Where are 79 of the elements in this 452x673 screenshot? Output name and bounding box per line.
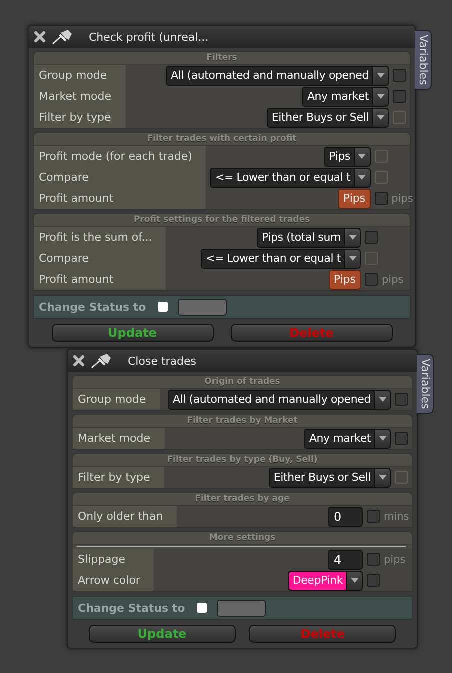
section-header: Origin of trades [73, 376, 412, 389]
dropdown[interactable]: Either Buys or Sell [266, 108, 389, 128]
section-header: Filter trades by type (Buy, Sell) [73, 454, 412, 467]
field-label: Profit is the sum of... [34, 227, 166, 248]
checkbox[interactable] [393, 90, 406, 103]
number-field[interactable]: 0 [328, 506, 363, 526]
dropdown[interactable]: <= Lower than or equal t [200, 248, 361, 268]
status-label: Change Status to [39, 300, 146, 314]
status-label: Change Status to [78, 602, 186, 614]
field-label: Filter by type [73, 467, 164, 488]
dropdown[interactable]: Any market [304, 428, 391, 448]
field-label: Group mode [34, 65, 126, 86]
unit-label: pips [384, 554, 407, 566]
unit-button[interactable]: Pips [338, 188, 371, 208]
caret-icon[interactable] [378, 475, 386, 480]
section-header: Filter trades with certain profit [34, 133, 410, 146]
field-label: Group mode [73, 389, 160, 410]
caret-icon[interactable] [350, 578, 358, 583]
checkbox[interactable] [393, 69, 406, 82]
checkbox[interactable] [395, 432, 408, 445]
unit-label: pips [382, 274, 405, 286]
caret-icon[interactable] [378, 436, 386, 441]
unit-label: pips [392, 192, 414, 204]
update-button[interactable]: Update [88, 625, 236, 643]
field-label: Profit amount [34, 269, 166, 290]
field-label: Compare [34, 248, 166, 269]
checkbox[interactable] [365, 231, 378, 244]
checkbox[interactable] [158, 302, 168, 312]
window-title: Check profit (unreal... [89, 30, 209, 44]
dropdown[interactable]: Either Buys or Sell [268, 468, 391, 488]
field-label: Market mode [73, 428, 165, 449]
section-header: Profit settings for the filtered trades [34, 214, 410, 227]
dropdown[interactable]: Pips (total sum [256, 228, 361, 248]
update-button[interactable]: Update [52, 324, 214, 342]
pin-icon[interactable] [90, 353, 112, 369]
field-label: Profit mode (for each trade) [34, 146, 206, 167]
dropdown[interactable]: Pips [324, 146, 371, 166]
field-label: Profit amount [34, 188, 206, 209]
dropdown[interactable]: All (automated and manually opened [168, 390, 391, 410]
unit-button[interactable]: Pips [328, 270, 361, 290]
close-icon[interactable] [33, 30, 47, 44]
field-label: Market mode [34, 86, 126, 107]
section-header: Filters [34, 52, 410, 65]
checkbox[interactable] [367, 510, 380, 523]
dropdown[interactable]: <= Lower than or equal t [210, 168, 371, 188]
caret-icon[interactable] [358, 175, 366, 180]
caret-icon[interactable] [358, 154, 366, 159]
checkbox[interactable] [365, 273, 378, 286]
field-label: Slippage [73, 549, 154, 570]
unit-label: mins [384, 510, 410, 522]
checkbox[interactable] [367, 574, 380, 587]
checkbox[interactable] [374, 192, 388, 205]
checkbox[interactable] [197, 603, 208, 613]
variables-tab[interactable]: Variables [415, 30, 432, 90]
section-header: More settings [73, 532, 412, 545]
section-header: Filter trades by Market [73, 415, 412, 428]
section-header: Filter trades by age [73, 493, 412, 506]
caret-icon[interactable] [376, 115, 384, 120]
caret-icon[interactable] [378, 397, 386, 402]
field-label: Arrow color [73, 570, 154, 591]
dropdown[interactable]: All (automated and manually opened [166, 66, 389, 86]
caret-icon[interactable] [376, 73, 384, 78]
caret-icon[interactable] [348, 256, 356, 261]
field-label: Filter by type [34, 107, 126, 128]
close-icon[interactable] [72, 354, 86, 368]
number-field[interactable]: 4 [328, 550, 363, 570]
caret-icon[interactable] [376, 94, 384, 99]
status-field[interactable] [178, 298, 228, 316]
pin-icon[interactable] [51, 29, 73, 45]
dropdown[interactable]: Any market [302, 86, 389, 106]
caret-icon[interactable] [348, 235, 356, 240]
checkbox[interactable] [367, 553, 380, 566]
variables-tab[interactable]: Variables [417, 354, 434, 414]
field-label: Compare [34, 167, 206, 188]
checkbox[interactable] [395, 393, 408, 406]
color-dropdown[interactable]: DeepPink [288, 570, 363, 590]
status-field[interactable] [217, 600, 266, 616]
field-label: Only older than [73, 506, 178, 527]
window-title: Close trades [128, 354, 197, 368]
